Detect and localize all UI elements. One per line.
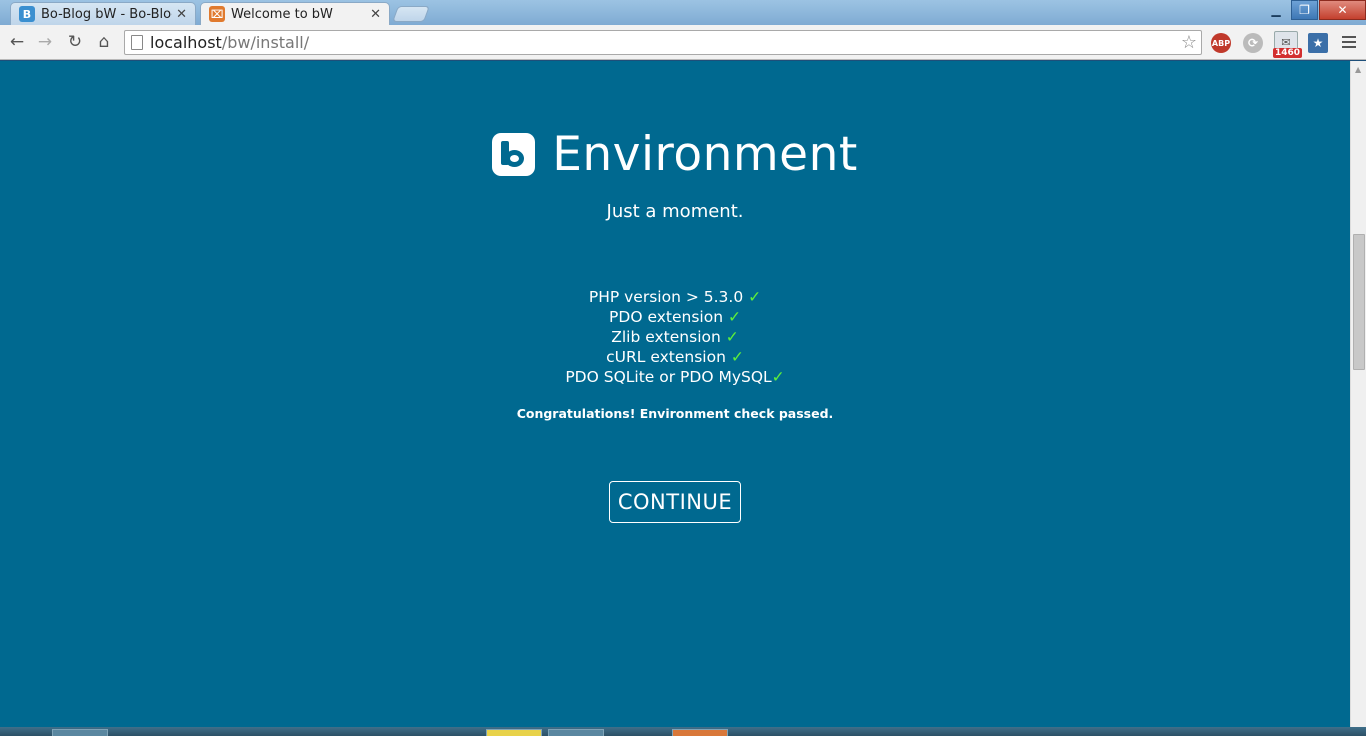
back-icon[interactable]: ← — [6, 31, 28, 53]
install-favicon-icon: ⌧ — [209, 6, 225, 22]
taskbar-item[interactable] — [52, 729, 108, 736]
mail-extension-icon[interactable]: ✉ 1460 — [1273, 31, 1303, 58]
forward-icon[interactable]: → — [34, 31, 56, 53]
sync-extension-icon[interactable]: ⟳ — [1243, 33, 1263, 53]
taskbar-item[interactable] — [548, 729, 604, 736]
check-pdo-database: PDO SQLite or PDO MySQL✓ — [0, 367, 1350, 387]
check-label: Zlib extension — [611, 328, 726, 346]
close-tab-icon[interactable]: ✕ — [176, 7, 187, 22]
status-message: Congratulations! Environment check passe… — [516, 406, 834, 421]
scroll-up-icon[interactable]: ▲ — [1355, 65, 1361, 74]
new-tab-button[interactable] — [392, 6, 430, 22]
check-curl-extension: cURL extension ✓ — [0, 347, 1350, 367]
url-path: /bw/install/ — [221, 33, 310, 52]
tab-welcome[interactable]: ⌧ Welcome to bW ✕ — [200, 2, 390, 25]
close-window-button[interactable]: ✕ — [1319, 0, 1366, 20]
install-page: Environment Just a moment. PHP version >… — [0, 61, 1350, 727]
minimize-button[interactable]: ▁ — [1262, 0, 1290, 20]
page-scrollbar[interactable]: ▲ — [1350, 61, 1366, 727]
blog-favicon-icon: B — [19, 6, 35, 22]
page-title: Environment — [552, 127, 858, 182]
tab-title: Welcome to bW — [231, 6, 333, 22]
scrollbar-thumb[interactable] — [1353, 234, 1365, 370]
environment-checks: PHP version > 5.3.0 ✓ PDO extension ✓ Zl… — [0, 287, 1350, 387]
checkmark-icon: ✓ — [725, 328, 739, 346]
url-host: localhost — [150, 33, 222, 52]
checkmark-icon: ✓ — [727, 308, 741, 326]
page-subtitle: Just a moment. — [606, 201, 744, 222]
os-taskbar — [0, 727, 1366, 736]
tab-strip: B Bo-Blog bW - Bo-Blog ✕ ⌧ Welcome to bW… — [0, 0, 1366, 25]
tab-bo-blog[interactable]: B Bo-Blog bW - Bo-Blog ✕ — [10, 2, 196, 25]
check-pdo-extension: PDO extension ✓ — [0, 307, 1350, 327]
continue-button[interactable]: CONTINUE — [609, 481, 741, 523]
restore-button[interactable]: ❐ — [1291, 0, 1318, 20]
checkmark-icon: ✓ — [748, 288, 762, 306]
checkmark-icon: ✓ — [730, 348, 744, 366]
check-label: PDO SQLite or PDO MySQL — [565, 368, 772, 386]
close-tab-icon[interactable]: ✕ — [370, 7, 381, 22]
mail-count-badge: 1460 — [1273, 48, 1303, 58]
taskbar-item[interactable] — [672, 729, 728, 736]
tab-title: Bo-Blog bW - Bo-Blog — [41, 6, 173, 22]
menu-icon[interactable] — [1341, 34, 1357, 50]
check-label: PDO extension — [609, 308, 728, 326]
home-icon[interactable]: ⌂ — [93, 31, 115, 53]
address-bar[interactable]: localhost/bw/install/ ☆ — [124, 30, 1202, 55]
bookmark-star-icon[interactable]: ☆ — [1181, 31, 1197, 54]
adblock-icon[interactable]: ABP — [1211, 33, 1231, 53]
browser-toolbar: ← → ↻ ⌂ localhost/bw/install/ ☆ ABP ⟳ ✉ 1… — [0, 25, 1366, 60]
check-zlib-extension: Zlib extension ✓ — [0, 327, 1350, 347]
reload-icon[interactable]: ↻ — [64, 31, 86, 53]
page-icon — [131, 35, 143, 50]
check-label: cURL extension — [606, 348, 731, 366]
check-php-version: PHP version > 5.3.0 ✓ — [0, 287, 1350, 307]
page-header: Environment — [0, 127, 1350, 182]
taskbar-item[interactable] — [486, 729, 542, 736]
checkmark-icon: ✓ — [771, 368, 785, 386]
bookmark-extension-icon[interactable]: ★ — [1308, 33, 1328, 53]
bw-logo-icon — [492, 133, 536, 176]
check-label: PHP version > 5.3.0 — [588, 288, 749, 306]
